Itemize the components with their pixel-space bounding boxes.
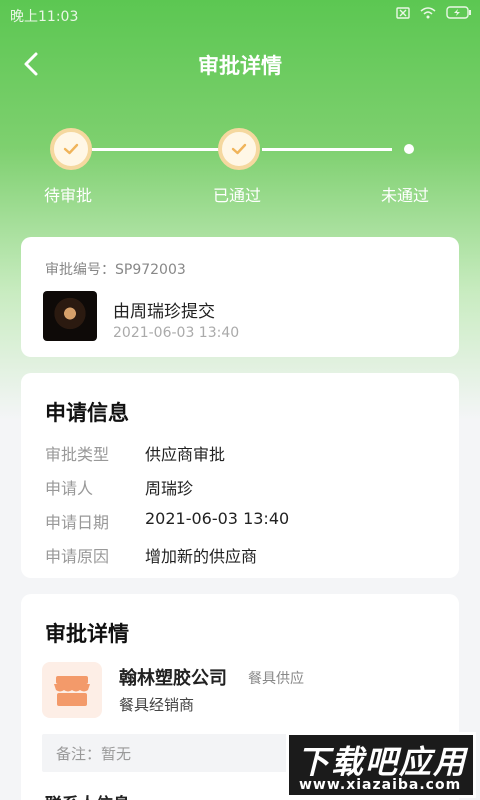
info-label: 申请原因 bbox=[45, 547, 110, 566]
remark-text: 备注：暂无 bbox=[56, 745, 132, 763]
info-label: 审批类型 bbox=[45, 445, 110, 464]
info-value: 供应商审批 bbox=[145, 445, 226, 464]
submitter-text: 由周瑞珍提交 bbox=[113, 302, 215, 322]
sim-icon bbox=[396, 6, 410, 19]
watermark-url: www.xiazaiba.com bbox=[299, 777, 462, 793]
submit-time: 2021-06-03 13:40 bbox=[113, 325, 240, 341]
info-value: 2021-06-03 13:40 bbox=[145, 509, 290, 528]
summary-card: 审批编号：SP972003 由周瑞珍提交 2021-06-03 13:40 bbox=[21, 237, 459, 357]
info-value: 周瑞珍 bbox=[145, 479, 194, 498]
info-row: 审批类型 供应商审批 bbox=[45, 441, 445, 467]
check-icon bbox=[231, 143, 247, 155]
info-row: 申请日期 2021-06-03 13:40 bbox=[45, 509, 445, 535]
step-done-marker bbox=[218, 128, 260, 170]
status-bar: 晚上11:03 bbox=[0, 0, 480, 30]
watermark-logo: 下载吧应用 www.xiazaiba.com bbox=[286, 732, 476, 798]
info-label: 申请日期 bbox=[45, 513, 110, 532]
step-done-marker bbox=[50, 128, 92, 170]
contact-section-title: 联系人信息 bbox=[45, 790, 130, 800]
supplier-type: 餐具经销商 bbox=[119, 696, 195, 714]
section-title: 申请信息 bbox=[45, 401, 129, 425]
step-connector bbox=[92, 148, 222, 151]
step-label: 待审批 bbox=[44, 186, 93, 205]
step-pending-marker bbox=[404, 144, 414, 154]
shop-icon bbox=[54, 676, 90, 706]
status-icons bbox=[396, 6, 472, 19]
nav-bar: 审批详情 bbox=[0, 36, 480, 92]
page-title: 审批详情 bbox=[198, 54, 282, 78]
battery-icon bbox=[446, 6, 471, 19]
avatar bbox=[43, 291, 97, 341]
step-label: 未通过 bbox=[381, 186, 430, 205]
check-icon bbox=[63, 143, 79, 155]
info-row: 申请原因 增加新的供应商 bbox=[45, 543, 445, 569]
info-row: 申请人 周瑞珍 bbox=[45, 475, 445, 501]
info-value: 增加新的供应商 bbox=[145, 547, 258, 566]
status-time: 晚上11:03 bbox=[10, 9, 79, 25]
step-label: 已通过 bbox=[213, 186, 262, 205]
section-title: 审批详情 bbox=[45, 622, 129, 646]
supplier-logo bbox=[42, 662, 102, 718]
supplier-tag: 餐具供应 bbox=[248, 671, 304, 687]
supplier-name: 翰林塑胶公司 bbox=[119, 668, 227, 689]
wifi-icon bbox=[420, 6, 436, 18]
application-info-card: 申请信息 审批类型 供应商审批 申请人 周瑞珍 申请日期 2021-06-03 … bbox=[21, 373, 459, 578]
approval-progress: 待审批 已通过 未通过 bbox=[0, 120, 480, 210]
info-label: 申请人 bbox=[45, 479, 94, 498]
step-connector bbox=[262, 148, 392, 151]
approval-number: 审批编号：SP972003 bbox=[45, 262, 186, 278]
